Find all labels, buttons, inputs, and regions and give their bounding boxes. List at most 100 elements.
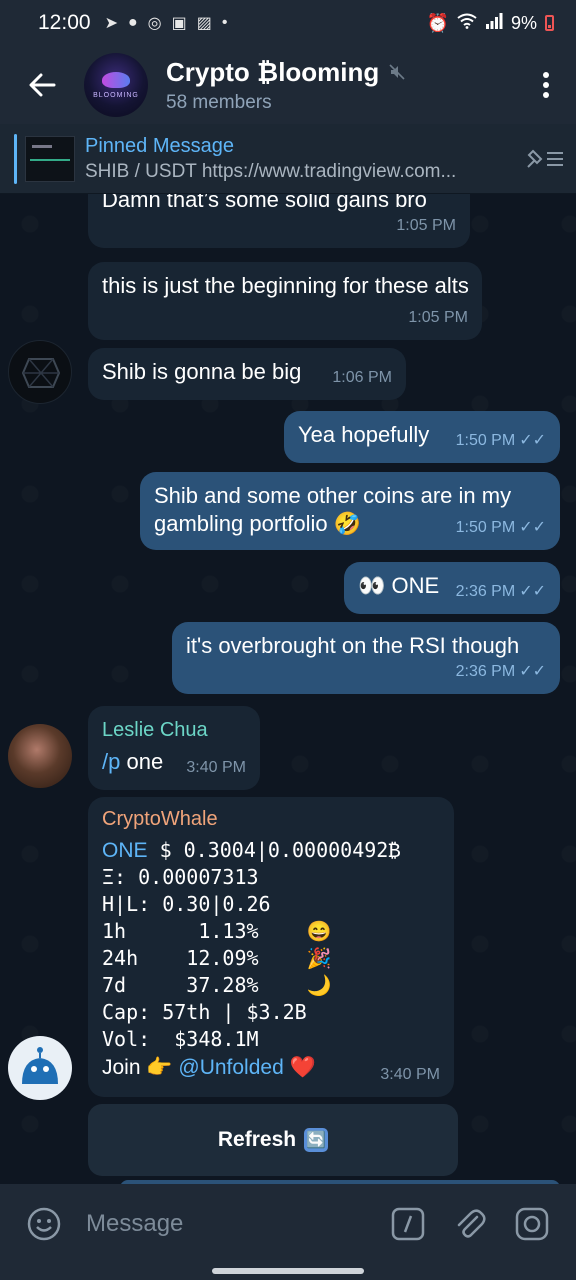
double-check-icon: ✓✓	[519, 583, 546, 600]
pinned-message-bar[interactable]: Pinned Message SHIB / USDT https://www.t…	[0, 124, 576, 194]
cryptowhale-avatar[interactable]	[8, 1036, 72, 1100]
join-label: Join	[102, 1056, 141, 1079]
moon-icon: 🌙	[306, 973, 332, 997]
red-heart-icon: ❤️	[289, 1056, 316, 1079]
refresh-button[interactable]: Refresh 🔄	[88, 1104, 458, 1176]
high-low-line: H|L: 0.30|0.26	[102, 892, 271, 916]
message-input[interactable]: Message	[68, 1210, 370, 1238]
group-avatar[interactable]: BLOOMING	[84, 53, 148, 117]
bot-command-link[interactable]: /p	[102, 749, 120, 774]
home-gesture-handle[interactable]	[212, 1268, 364, 1274]
double-check-icon: ✓✓	[519, 519, 546, 536]
message-list[interactable]: Damn that’s some solid gains bro 1:05 PM…	[0, 194, 576, 1184]
pointing-hand-icon: 👉	[146, 1056, 173, 1079]
message-bubble[interactable]: Shib is gonna be big 1:06 PM	[88, 348, 406, 400]
ticker-link[interactable]: ONE	[102, 839, 148, 862]
geometric-avatar-icon	[21, 358, 61, 388]
smiley-icon	[27, 1207, 61, 1241]
notification-icons: ➤ ● ◎ ▣ ▨ •	[105, 13, 228, 33]
status-bar: 12:00 ➤ ● ◎ ▣ ▨ • ⏰ 9%	[0, 0, 576, 46]
leslie-chua-avatar[interactable]	[8, 724, 72, 788]
back-button[interactable]	[0, 46, 84, 124]
message-time: 1:50 PM ✓✓	[456, 514, 546, 542]
wifi-icon	[457, 13, 477, 34]
kebab-menu-icon	[543, 72, 549, 98]
refresh-icon: 🔄	[304, 1128, 329, 1152]
message-time: 1:06 PM	[332, 364, 392, 392]
double-check-icon: ✓✓	[519, 663, 546, 680]
slash-command-icon	[391, 1207, 425, 1241]
pinned-indicator	[14, 133, 17, 184]
system-nav-bar	[0, 1264, 576, 1280]
market-cap-line: Cap: 57th | $3.2B	[102, 1000, 307, 1024]
emoji-button[interactable]	[20, 1200, 68, 1248]
message-bubble[interactable]: Shib and some other coins are in my gamb…	[140, 472, 560, 550]
change-24h-text: 24h 12.09%	[102, 946, 259, 970]
chat-title-row: Crypto ₿looming	[166, 57, 516, 88]
message-bubble[interactable]: this is just the beginning for these alt…	[88, 262, 482, 340]
message-time-text: 3:40 PM	[186, 759, 246, 776]
signal-icon	[485, 12, 503, 34]
system-icons: ⏰ 9%	[427, 12, 554, 34]
battery-percent: 9%	[510, 12, 537, 33]
message-time: 3:40 PM	[380, 1061, 440, 1089]
price-text: $ 0.3004|0.00000492₿	[159, 838, 401, 862]
attach-button[interactable]	[446, 1200, 494, 1248]
message-time: 3:40 PM	[186, 754, 246, 782]
message-time-text: 1:50 PM	[455, 519, 516, 536]
message-time-text: 1:05 PM	[408, 309, 468, 326]
chat-info[interactable]: Crypto ₿looming 58 members	[166, 57, 516, 114]
grin-emoji-icon: 😄	[306, 919, 332, 943]
message-bubble[interactable]: Yea hopefully 1:50 PM ✓✓	[284, 411, 560, 463]
arrow-left-icon	[29, 73, 56, 97]
unfolded-link[interactable]: @Unfolded	[178, 1056, 283, 1079]
whale-robot-icon	[22, 1047, 58, 1084]
message-time: 2:36 PM ✓✓	[456, 578, 546, 606]
muted-icon	[389, 64, 405, 80]
member-count: 58 members	[166, 91, 272, 113]
refresh-label: Refresh	[217, 1128, 297, 1151]
change-7d-row: 7d 37.28% 🌙	[102, 972, 440, 999]
bot-message-bubble[interactable]: CryptoWhale ONE $ 0.3004|0.00000492₿ Ξ: …	[88, 797, 454, 1097]
message-text: one	[126, 749, 164, 774]
status-time: 12:00	[38, 11, 91, 34]
camera-button[interactable]	[508, 1200, 556, 1248]
telegram-notification-icon: ➤	[104, 15, 118, 32]
message-time-text: 2:36 PM	[455, 663, 516, 680]
message-time: 1:05 PM	[396, 212, 456, 240]
pin-list-icon	[527, 149, 563, 168]
pinned-text-block: Pinned Message SHIB / USDT https://www.t…	[85, 135, 514, 183]
message-time: 1:50 PM ✓✓	[456, 427, 546, 455]
message-text: Damn that’s some solid gains bro	[102, 194, 427, 212]
user-avatar[interactable]	[8, 340, 72, 404]
message-bubble[interactable]: 👀 ONE 2:36 PM ✓✓	[344, 562, 560, 614]
bot-commands-button[interactable]	[384, 1200, 432, 1248]
message-time-text: 1:05 PM	[396, 217, 456, 234]
camera-icon	[515, 1207, 549, 1241]
chat-header: BLOOMING Crypto ₿looming 58 members	[0, 46, 576, 124]
sender-name[interactable]: CryptoWhale	[102, 805, 440, 833]
party-popper-icon: 🎉	[306, 946, 332, 970]
message-bubble[interactable]: Leslie Chua /p one 3:40 PM	[88, 706, 260, 790]
message-time: 1:05 PM	[408, 304, 468, 332]
group-avatar-text: BLOOMING	[93, 91, 139, 99]
chat-title: Crypto ₿looming	[166, 56, 380, 87]
pinned-thumbnail	[25, 135, 75, 182]
message-bubble[interactable]: Damn that’s some solid gains bro 1:05 PM	[88, 194, 470, 248]
message-text: it's overbrought on the RSI though	[186, 633, 520, 658]
eth-price-line: Ξ: 0.00007313	[102, 865, 259, 889]
message-time-text: 1:06 PM	[332, 369, 392, 386]
pinned-list-button[interactable]	[514, 124, 576, 194]
volume-line: Vol: $348.1M	[102, 1027, 259, 1051]
message-bubble[interactable]: it's overbrought on the RSI though 2:36 …	[172, 622, 560, 694]
sender-name[interactable]: Leslie Chua	[102, 716, 246, 744]
message-time: 2:36 PM ✓✓	[456, 658, 546, 686]
pinned-preview: SHIB / USDT https://www.tradingview.com.…	[85, 160, 457, 182]
price-line: ONE $ 0.3004|0.00000492₿	[102, 837, 440, 864]
more-options-button[interactable]	[516, 46, 576, 124]
change-7d-text: 7d 37.28%	[102, 973, 259, 997]
more-notifications-dot-icon: •	[221, 14, 228, 31]
paperclip-icon	[457, 1209, 486, 1238]
message-composer: Message	[0, 1184, 576, 1264]
change-1h-text: 1h 1.13%	[102, 919, 259, 943]
